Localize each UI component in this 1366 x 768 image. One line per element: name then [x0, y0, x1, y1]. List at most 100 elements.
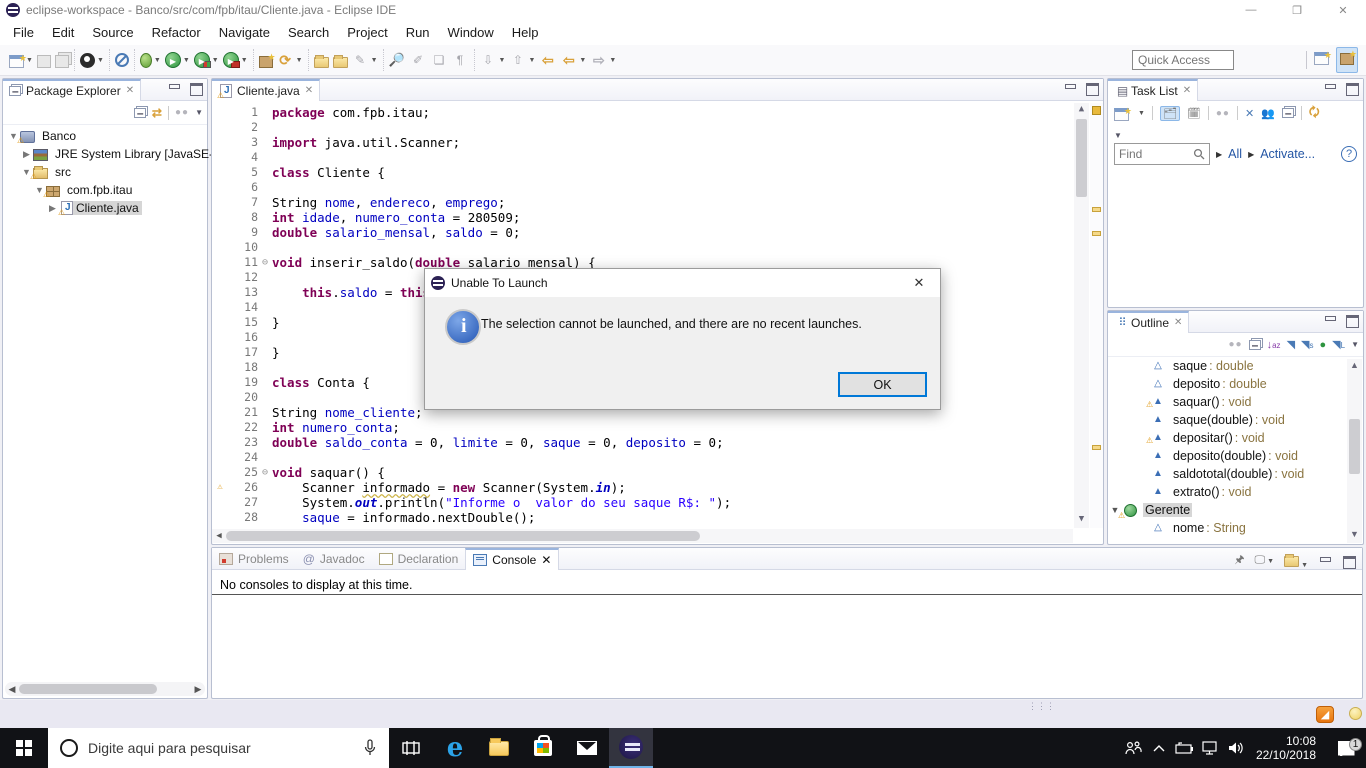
tree-item-src[interactable]: ▼ ⚠ src — [3, 163, 207, 181]
console-maximize-button[interactable] — [1342, 555, 1356, 569]
external-tools-button[interactable]: ▼ — [221, 51, 250, 70]
tree-item-jre-system-library-javase-[interactable]: ▶ JRE System Library [JavaSE- — [3, 145, 213, 163]
editor-hscrollbar[interactable]: ◀ — [212, 529, 1073, 543]
task-collapse-all-button[interactable] — [1281, 105, 1294, 121]
outline-close-icon[interactable]: ✕ — [1174, 317, 1182, 328]
find-input[interactable] — [1119, 147, 1189, 161]
all-expander-icon[interactable]: ▶ — [1216, 150, 1222, 159]
menu-refactor[interactable]: Refactor — [143, 22, 210, 43]
code-line-7[interactable]: 7 String nome, endereco, emprego; — [212, 195, 1073, 210]
news-feed-icon[interactable]: ◢ — [1316, 706, 1334, 723]
outline-scroll-thumb[interactable] — [1349, 419, 1360, 474]
display-console-button[interactable]: 🖵 ▼ — [1255, 554, 1275, 567]
editor-tab-close-icon[interactable]: ✕ — [305, 85, 313, 96]
collapse-all-button[interactable] — [133, 105, 146, 121]
menu-window[interactable]: Window — [439, 22, 503, 43]
activate-link[interactable]: Activate... — [1260, 147, 1315, 161]
outline-item-saque-double-[interactable]: ▲ saque(double) : void — [1108, 411, 1363, 429]
focus-task-button[interactable]: ●● — [175, 107, 189, 118]
outline-item-saldototal-double-[interactable]: ▲ saldototal(double) : void — [1108, 465, 1363, 483]
tree-item-banco[interactable]: ▼ ⚠ Banco — [3, 127, 207, 145]
outline-tab[interactable]: ⠿ Outline ✕ — [1108, 310, 1190, 333]
hide-local-types-button[interactable]: ◥L — [1332, 338, 1345, 351]
update-button[interactable]: ⟳ ▼ — [275, 51, 305, 69]
outline-item-deposito[interactable]: △ deposito : double — [1108, 375, 1363, 393]
tree-item-cliente-java[interactable]: ▶⚠Cliente.java — [3, 199, 207, 217]
task-list-close-icon[interactable]: ✕ — [1183, 85, 1191, 96]
menu-search[interactable]: Search — [279, 22, 338, 43]
dialog-close-button[interactable]: ✕ — [898, 269, 940, 297]
battery-icon[interactable] — [1172, 742, 1198, 754]
scroll-up-icon[interactable]: ▲ — [1347, 360, 1362, 373]
outline-view-menu-button[interactable]: ▼ — [1351, 340, 1359, 349]
task-list-minimize-button[interactable] — [1323, 82, 1337, 94]
presentation-button[interactable]: ●● — [1216, 108, 1230, 119]
code-line-3[interactable]: 3 import java.util.Scanner; — [212, 135, 1073, 150]
warning-marker[interactable] — [1092, 207, 1101, 212]
code-line-28[interactable]: 28 saque = informado.nextDouble(); — [212, 510, 1073, 525]
menu-project[interactable]: Project — [338, 22, 396, 43]
hide-non-public-button[interactable]: ● — [1320, 339, 1327, 351]
skip-breakpoints-button[interactable] — [113, 52, 131, 68]
activate-expander-icon[interactable]: ▶ — [1248, 150, 1254, 159]
console-tab-declaration[interactable]: Declaration — [372, 548, 466, 570]
package-explorer-close-icon[interactable]: ✕ — [126, 85, 134, 96]
mark-occurrences-button[interactable]: ✐ — [408, 51, 429, 69]
previous-annotation-dropdown-arrow[interactable]: ▼ — [528, 57, 535, 64]
minimize-window-button[interactable]: — — [1228, 0, 1274, 20]
tips-lightbulb-icon[interactable] — [1349, 707, 1362, 720]
show-whitespace-button[interactable]: ¶ — [450, 51, 471, 69]
scheduled-view-button[interactable]: 🗓 — [1187, 107, 1201, 120]
editor-vscrollbar[interactable]: ▲ ▼ — [1074, 103, 1089, 528]
coverage-button[interactable]: ▼ — [192, 51, 221, 70]
package-explorer-hscrollbar[interactable]: ◀ ▶ — [5, 682, 205, 696]
scroll-left-icon[interactable]: ◀ — [5, 684, 19, 695]
statusbar-drag-handle[interactable]: ⋮⋮⋮ — [1028, 702, 1055, 711]
task-view-menu-button[interactable]: ▼ — [1114, 131, 1122, 140]
open-folder-button[interactable] — [331, 52, 350, 69]
save-button[interactable] — [35, 52, 53, 69]
run-button[interactable]: ▼ — [163, 51, 192, 70]
scroll-down-icon[interactable]: ▼ — [1074, 514, 1089, 527]
sort-button[interactable]: ↓az — [1267, 339, 1281, 351]
ok-button[interactable]: OK — [838, 372, 927, 397]
open-task-button[interactable] — [312, 52, 331, 69]
user-account-button[interactable]: ▼ — [78, 52, 106, 69]
save-all-button[interactable] — [53, 52, 71, 69]
new-wizard-button[interactable]: ▼ — [7, 50, 35, 69]
store-button[interactable] — [521, 728, 565, 768]
restore-window-button[interactable]: ❐ — [1274, 0, 1320, 20]
package-explorer-tab[interactable]: Package Explorer ✕ — [3, 78, 142, 101]
forward-button[interactable]: ⇨ ▼ — [588, 51, 618, 69]
outline-minimize-button[interactable] — [1323, 314, 1337, 326]
next-annotation-button[interactable]: ⇩ ▼ — [478, 51, 508, 69]
back-dropdown-arrow[interactable]: ▼ — [579, 57, 586, 64]
search-button[interactable]: 🔎 — [387, 51, 408, 69]
start-button[interactable] — [0, 728, 48, 768]
menu-file[interactable]: File — [4, 22, 43, 43]
outline-item-gerente[interactable]: ▼ ⚠ Gerente — [1108, 501, 1363, 520]
java-perspective-button[interactable] — [1336, 46, 1358, 73]
code-line-8[interactable]: 8 int idade, numero_conta = 280509; — [212, 210, 1073, 225]
external-annotations-button[interactable]: ❏ — [429, 51, 450, 69]
menu-edit[interactable]: Edit — [43, 22, 83, 43]
menu-source[interactable]: Source — [83, 22, 142, 43]
outline-item-nome[interactable]: △ nome : String — [1108, 519, 1363, 537]
open-perspective-button[interactable] — [1311, 47, 1332, 72]
eclipse-taskbar-button[interactable] — [609, 728, 653, 768]
editor-minimize-button[interactable] — [1063, 82, 1077, 94]
categorized-view-button[interactable]: 🗂 — [1159, 105, 1180, 121]
console-tab-close-icon[interactable]: ✕ — [541, 553, 551, 567]
mail-button[interactable] — [565, 728, 609, 768]
editor-tab-cliente-java[interactable]: ⚠ Cliente.java ✕ — [212, 78, 321, 101]
focus-workweek-button[interactable]: 👥 — [1261, 107, 1275, 120]
scroll-up-icon[interactable]: ▲ — [1074, 104, 1089, 117]
file-explorer-button[interactable] — [477, 728, 521, 768]
help-icon[interactable]: ? — [1341, 146, 1357, 162]
code-line-2[interactable]: 2 — [212, 120, 1073, 135]
new-task-button[interactable] — [1114, 103, 1132, 121]
last-edit-location-button[interactable]: ⇦ — [537, 51, 558, 69]
external-tools-dropdown-arrow[interactable]: ▼ — [241, 57, 248, 64]
vscroll-thumb[interactable] — [1076, 119, 1087, 197]
console-tab-console[interactable]: Console ✕ — [465, 547, 560, 570]
